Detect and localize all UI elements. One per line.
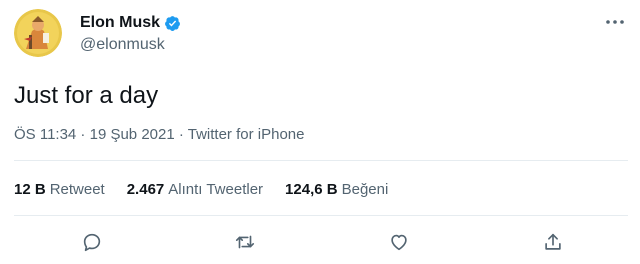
avatar[interactable]: [14, 9, 62, 57]
stat-label: Beğeni: [341, 181, 389, 198]
tweet-stats: 12 B Retweet 2.467 Alıntı Tweetler 124,6 B…: [14, 181, 388, 198]
stat-count: 2.467: [126, 181, 165, 198]
divider: [14, 160, 628, 161]
author-handle[interactable]: @elonmusk: [80, 36, 165, 54]
retweet-count-stat[interactable]: 12 B Retweet: [14, 181, 105, 198]
author-name[interactable]: Elon Musk: [80, 14, 160, 32]
quote-tweets-stat[interactable]: 2.467 Alıntı Tweetler: [127, 181, 263, 198]
tweet-time[interactable]: ÖS 11:34: [14, 126, 76, 143]
stat-count: 12 B: [14, 181, 46, 198]
share-icon[interactable]: [541, 230, 565, 254]
tweet-source[interactable]: Twitter for iPhone: [188, 126, 305, 143]
reply-icon[interactable]: [80, 230, 104, 254]
stat-label: Alıntı Tweetler: [168, 181, 264, 198]
avatar-image: [14, 9, 62, 57]
retweet-icon[interactable]: [233, 230, 257, 254]
tweet-text: Just for a day: [14, 82, 159, 109]
tweet-meta: ÖS 11:34 · 19 Şub 2021 · Twitter for iPh…: [14, 126, 304, 143]
stat-label: Retweet: [49, 181, 105, 198]
verified-badge-icon: [164, 15, 181, 32]
likes-stat[interactable]: 124,6 B Beğeni: [285, 181, 388, 198]
stat-count: 124,6 B: [285, 181, 338, 198]
meta-separator: ·: [174, 126, 188, 143]
tweet-date[interactable]: 19 Şub 2021: [90, 126, 175, 143]
author-name-row: Elon Musk: [80, 14, 181, 32]
more-options-icon[interactable]: [604, 14, 626, 30]
tweet-actions: [0, 230, 640, 254]
like-icon[interactable]: [387, 230, 411, 254]
meta-separator: ·: [76, 126, 90, 143]
divider: [14, 215, 628, 216]
